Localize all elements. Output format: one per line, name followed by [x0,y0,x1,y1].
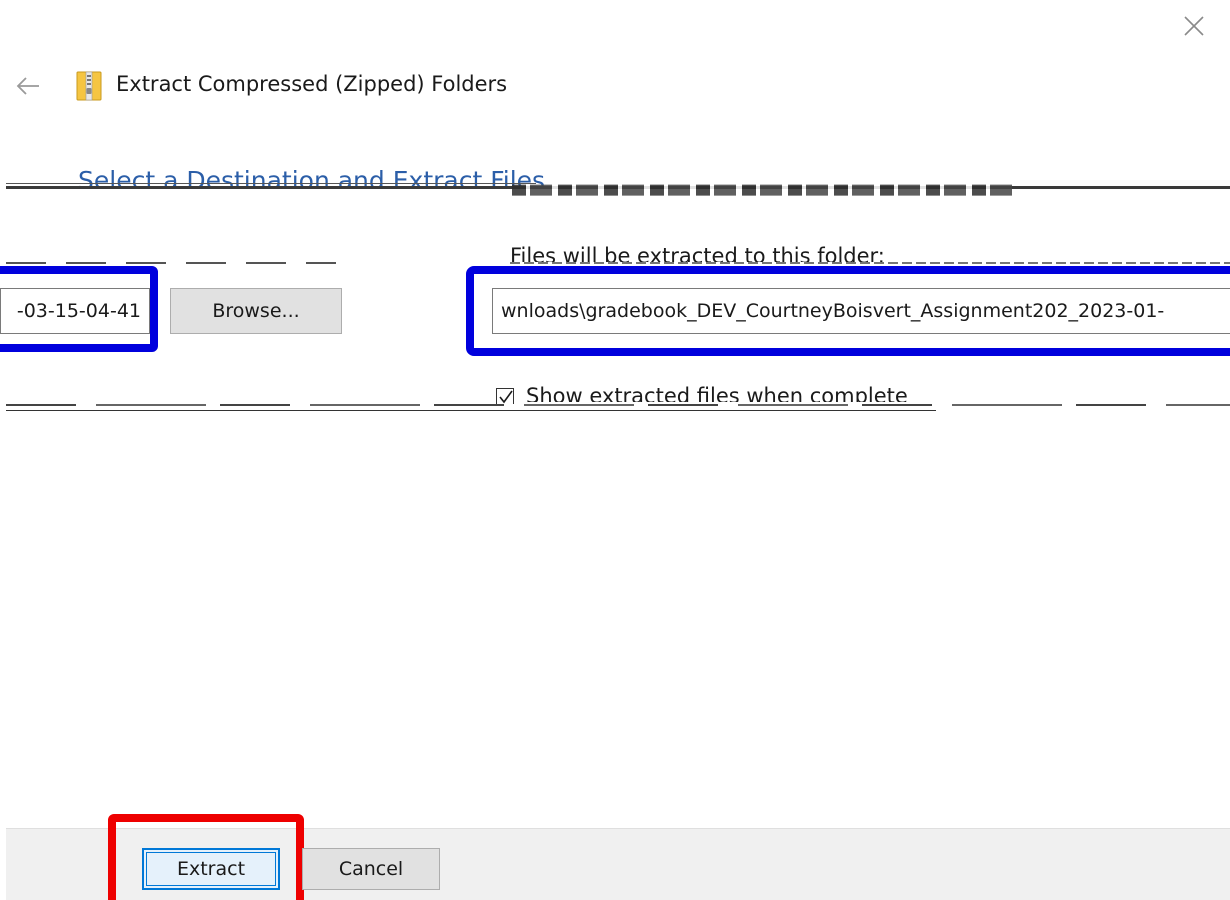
heading-divider-thin [6,183,536,184]
checkbox-row-divider [6,404,1230,406]
destination-path-input[interactable]: wnloads\gradebook_DEV_CourtneyBoisvert_A… [492,288,1230,334]
extract-dialog: Extract Compressed (Zipped) Folders Sele… [0,0,1230,900]
label-divider-right [510,262,1230,264]
zip-folder-icon [76,71,102,101]
label-divider-left [6,262,336,264]
destination-path-input-left[interactable]: -03-15-04-41 [0,288,150,334]
dialog-title: Extract Compressed (Zipped) Folders [116,72,508,96]
browse-button[interactable]: Browse... [170,288,342,334]
extract-button[interactable]: Extract [142,848,280,890]
check-mark-icon [499,390,513,404]
cancel-button[interactable]: Cancel [302,848,440,890]
path-label: Files will be extracted to this folder: [510,244,885,264]
close-icon[interactable] [1180,12,1208,40]
back-arrow-icon[interactable] [14,74,42,98]
section-heading: Select a Destination and Extract Files [78,166,546,188]
rendering-artifact [512,184,1012,196]
checkbox-row-divider-thin [6,410,936,411]
show-files-label: Show extracted files when complete [526,384,908,402]
